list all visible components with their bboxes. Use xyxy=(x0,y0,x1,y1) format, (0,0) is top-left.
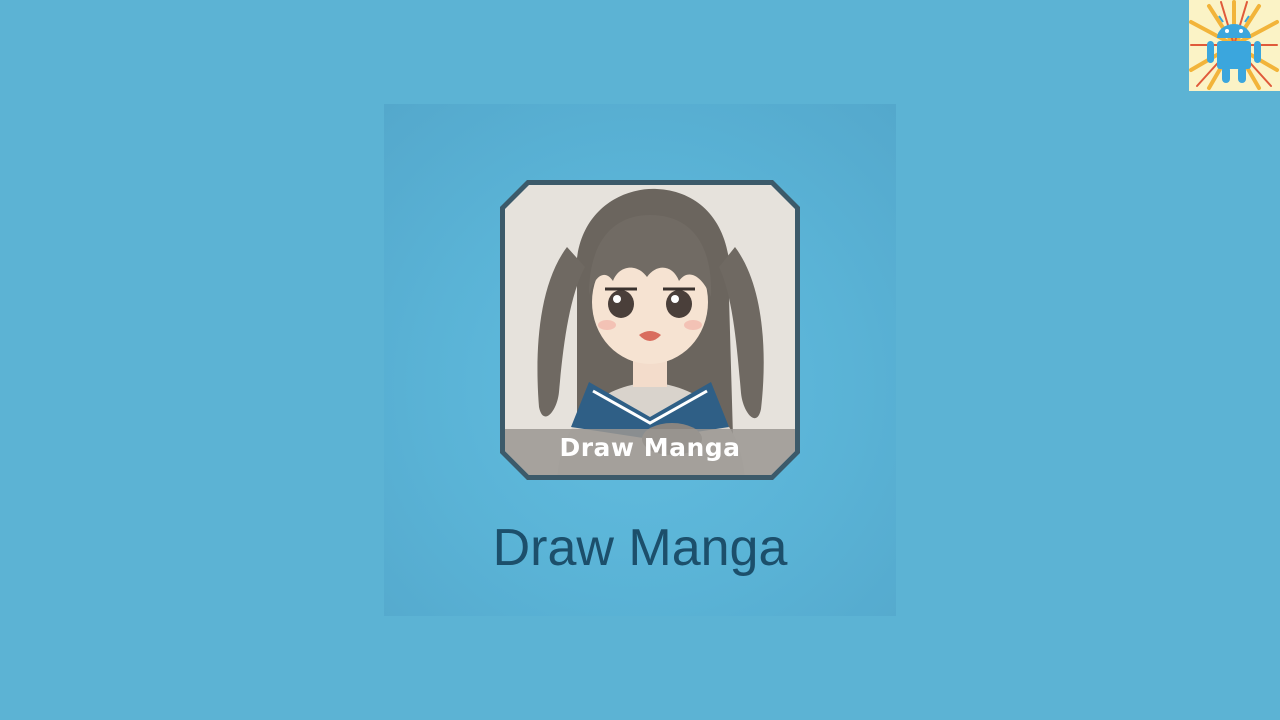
app-icon: Draw Manga xyxy=(497,177,803,483)
app-icon-label: Draw Manga xyxy=(559,433,741,462)
app-title: Draw Manga xyxy=(492,519,788,577)
android-robot-icon xyxy=(1189,0,1279,90)
splash-panel: Draw Manga Draw Manga xyxy=(384,104,896,616)
android-badge xyxy=(1189,0,1280,91)
